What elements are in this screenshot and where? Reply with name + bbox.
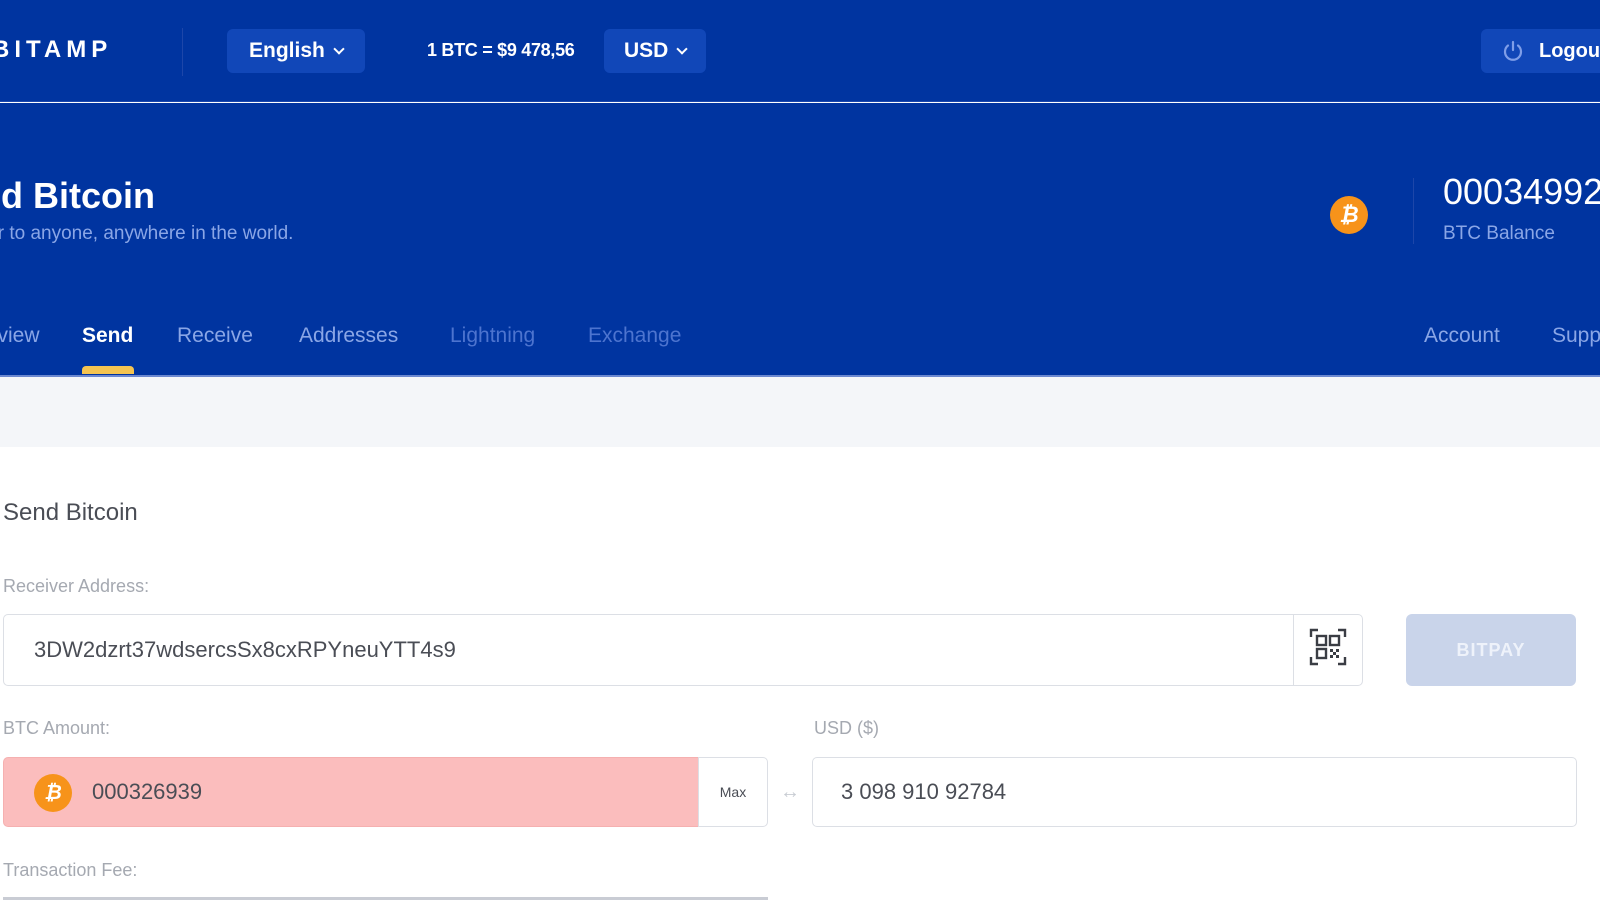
power-icon bbox=[1501, 39, 1525, 63]
currency-dropdown[interactable]: USD bbox=[604, 29, 707, 73]
section-title: Send Bitcoin bbox=[3, 499, 138, 526]
divider bbox=[182, 28, 183, 76]
tab-exchange[interactable]: Exchange bbox=[588, 324, 681, 348]
receiver-address-input[interactable]: 3DW2dzrt37wdsercsSx8cxRPYneuYTT4s9 bbox=[3, 614, 1294, 686]
btc-amount-value: 000326939 bbox=[92, 779, 203, 804]
chevron-down-icon bbox=[676, 43, 689, 55]
tab-support[interactable]: Support bbox=[1552, 324, 1600, 348]
language-dropdown[interactable]: English bbox=[227, 29, 365, 73]
logout-label: Logout bbox=[1539, 39, 1600, 62]
bitcoin-icon: ₿ bbox=[1330, 196, 1368, 234]
bitcoin-icon: ₿ bbox=[34, 774, 72, 812]
bitpay-button[interactable]: BITPAY bbox=[1406, 614, 1576, 686]
currency-label: USD bbox=[624, 39, 669, 62]
active-tab-indicator bbox=[82, 366, 134, 374]
gray-spacer bbox=[0, 377, 1600, 447]
scan-qr-button[interactable] bbox=[1293, 614, 1363, 686]
divider bbox=[1413, 178, 1414, 244]
tab-account[interactable]: Account bbox=[1424, 324, 1500, 348]
page-title: Send Bitcoin bbox=[0, 175, 156, 216]
tab-receive[interactable]: Receive bbox=[177, 324, 253, 348]
chevron-down-icon bbox=[333, 43, 345, 55]
transaction-fee-label: Transaction Fee: bbox=[3, 860, 138, 880]
tab-addresses[interactable]: Addresses bbox=[299, 324, 398, 348]
usd-amount-value: 3 098 910 92784 bbox=[841, 779, 1007, 804]
page-subtitle: Transfer to anyone, anywhere in the worl… bbox=[0, 223, 294, 244]
tab-overview[interactable]: Overview bbox=[0, 324, 40, 348]
hero-banner: Send Bitcoin Transfer to anyone, anywher… bbox=[0, 103, 1600, 376]
main-tabs: Overview Send Receive Addresses Lightnin… bbox=[0, 318, 1600, 376]
receiver-address-value: 3DW2dzrt37wdsercsSx8cxRPYneuYTT4s9 bbox=[34, 637, 456, 662]
max-label: Max bbox=[719, 784, 747, 800]
logout-button[interactable]: Logout bbox=[1481, 29, 1600, 73]
receiver-address-label: Receiver Address: bbox=[3, 576, 150, 596]
top-bar: BITAMP English 1 BTC = $9 478,56 USD Log… bbox=[0, 0, 1600, 102]
btc-amount-label: BTC Amount: bbox=[3, 718, 111, 738]
tab-lightning[interactable]: Lightning bbox=[450, 324, 535, 348]
logo: BITAMP bbox=[0, 36, 113, 63]
btc-balance-value: 00034992 bbox=[1443, 171, 1600, 212]
btc-balance-label: BTC Balance bbox=[1443, 223, 1555, 244]
qr-code-icon bbox=[1309, 628, 1347, 672]
usd-amount-input[interactable]: 3 098 910 92784 bbox=[812, 757, 1577, 827]
exchange-rate: 1 BTC = $9 478,56 bbox=[427, 40, 575, 60]
btc-amount-input[interactable]: ₿ 000326939 bbox=[3, 757, 699, 827]
tab-send[interactable]: Send bbox=[82, 324, 133, 348]
usd-label: USD ($) bbox=[814, 718, 880, 738]
max-button[interactable]: Max bbox=[698, 757, 768, 827]
swap-arrows-icon: ↔ bbox=[780, 781, 800, 803]
language-label: English bbox=[249, 39, 325, 62]
